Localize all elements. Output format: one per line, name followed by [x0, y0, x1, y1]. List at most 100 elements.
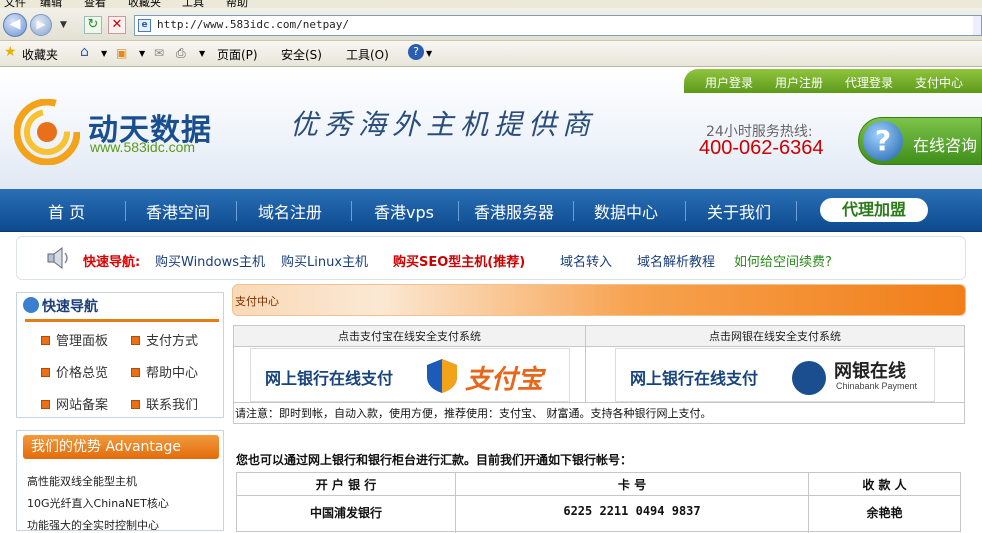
feeds-icon[interactable]: ▣ — [116, 46, 127, 60]
page-menu[interactable]: 页面(P) — [217, 46, 258, 63]
main-nav: 首 页 香港空间 域名注册 香港vps 香港服务器 数据中心 关于我们 代理加盟 — [0, 189, 982, 232]
alipay-pay-button[interactable]: 网上银行在线支付 支付宝 — [250, 348, 570, 402]
command-bar: ★ 收藏夹 ⌂ ▼ ▣ ▼ ✉ ⎙ ▼ 页面(P) 安全(S) 工具(O) ? … — [0, 41, 982, 67]
address-toolbar: ◀ ▶ ▼ ↻ ✕ e http://www.583idc.com/netpay… — [0, 8, 982, 41]
speaker-icon — [47, 247, 68, 269]
sidebar-item-contact[interactable]: 联系我们 — [131, 394, 198, 413]
alipay-shield-icon — [427, 359, 457, 393]
sidebar-item-label: 支付方式 — [146, 334, 199, 349]
advantage-item: 10G光纤直入ChinaNET核心 — [27, 497, 169, 510]
user-login-link[interactable]: 用户登录 — [705, 74, 753, 91]
nav-hk-server[interactable]: 香港服务器 — [474, 199, 554, 223]
transfer-note: 您也可以通过网上银行和银行柜台进行汇款。目前我们开通如下银行帐号： — [236, 453, 633, 467]
print-icon[interactable]: ⎙ — [176, 46, 186, 61]
help-dropdown-icon[interactable]: ▼ — [426, 49, 432, 58]
home-dropdown-icon[interactable]: ▼ — [101, 49, 107, 58]
print-dropdown-icon[interactable]: ▼ — [199, 49, 205, 58]
sidebar-item-label: 联系我们 — [146, 398, 199, 413]
favorites-star-icon[interactable]: ★ — [4, 44, 17, 60]
buy-windows-link[interactable]: 购买Windows主机 — [155, 251, 265, 270]
title-underline — [25, 319, 219, 322]
alipay-header: 点击支付宝在线安全支付系统 — [234, 326, 585, 347]
favorites-button[interactable]: 收藏夹 — [22, 46, 58, 63]
nav-data-center[interactable]: 数据中心 — [594, 199, 658, 223]
sidebar-item-label: 管理面板 — [56, 334, 109, 349]
bullet-icon — [41, 400, 50, 409]
nav-separator — [685, 201, 686, 221]
refresh-icon[interactable]: ↻ — [84, 16, 102, 34]
menu-view[interactable]: 查看 — [84, 0, 106, 8]
sidebar-item-label: 帮助中心 — [146, 366, 199, 381]
menu-file[interactable]: 文件 — [4, 0, 26, 8]
logo-url: www.583idc.com — [90, 139, 196, 155]
sidebar-item-label: 价格总览 — [56, 366, 109, 381]
bank-account-table: 开 户 银 行 卡 号 收 款 人 中国浦发银行 6225 2211 0494 … — [236, 472, 961, 533]
online-consult-button[interactable]: ? 在线咨询 — [858, 117, 982, 165]
menu-tools[interactable]: 工具 — [182, 0, 204, 8]
back-button[interactable]: ◀ — [3, 13, 27, 37]
slogan: 优秀海外主机提供商 — [290, 108, 597, 141]
payment-center-title: 支付中心 — [235, 295, 279, 308]
bullet-icon — [41, 368, 50, 377]
agent-login-link[interactable]: 代理登录 — [845, 74, 893, 91]
home-icon[interactable]: ⌂ — [80, 44, 89, 60]
feeds-dropdown-icon[interactable]: ▼ — [139, 49, 145, 58]
nav-home[interactable]: 首 页 — [48, 199, 85, 223]
help-icon[interactable]: ? — [408, 44, 424, 60]
history-dropdown-icon[interactable]: ▼ — [60, 20, 67, 30]
renew-hosting-link[interactable]: 如何给空间续费? — [734, 251, 832, 270]
nav-domain-register[interactable]: 域名注册 — [258, 199, 322, 223]
nav-hk-hosting[interactable]: 香港空间 — [146, 199, 210, 223]
logo-swirl-icon — [14, 99, 80, 165]
safety-menu[interactable]: 安全(S) — [281, 46, 322, 63]
address-url: http://www.583idc.com/netpay/ — [157, 18, 350, 31]
card-number-cell: 6225 2211 0494 9837 — [563, 504, 701, 518]
dns-tutorial-link[interactable]: 域名解析教程 — [637, 251, 715, 270]
chinabank-pay-button[interactable]: 网上银行在线支付 网银在线 Chinabank Payment — [615, 348, 935, 402]
sidebar-item-prices[interactable]: 价格总览 — [41, 362, 108, 381]
buy-linux-link[interactable]: 购买Linux主机 — [281, 251, 368, 270]
buy-seo-link[interactable]: 购买SEO型主机(推荐) — [393, 251, 525, 270]
bullet-icon — [131, 400, 140, 409]
nav-hk-vps[interactable]: 香港vps — [374, 199, 434, 223]
domain-transfer-link[interactable]: 域名转入 — [560, 251, 612, 270]
chinabank-online-bank-label: 网上银行在线支付 — [630, 369, 759, 388]
quick-nav-bar: 快速导航: 购买Windows主机 购买Linux主机 购买SEO型主机(推荐)… — [16, 236, 966, 280]
sidebar-item-label: 网站备案 — [56, 398, 109, 413]
payment-center-link[interactable]: 支付中心 — [915, 74, 963, 91]
user-register-link[interactable]: 用户注册 — [775, 74, 823, 91]
bank-name-cell: 中国浦发银行 — [309, 506, 382, 520]
mail-icon[interactable]: ✉ — [154, 46, 164, 60]
address-input[interactable]: e http://www.583idc.com/netpay/ — [134, 15, 982, 36]
chinabank-logo-icon — [792, 361, 826, 395]
nav-separator — [458, 201, 459, 221]
quick-nav-box: 快速导航 管理面板 支付方式 价格总览 帮助中心 网站备案 联系我们 — [16, 292, 224, 418]
sidebar-item-icp[interactable]: 网站备案 — [41, 394, 108, 413]
tools-menu[interactable]: 工具(O) — [346, 46, 389, 63]
chinabank-header: 点击网银在线安全支付系统 — [586, 326, 964, 347]
payment-note: 请注意：即时到帐，自动入款，使用方便，推荐使用：支付宝、 财富通。支持各种银行网… — [234, 402, 964, 424]
sidebar-item-help[interactable]: 帮助中心 — [131, 362, 198, 381]
stop-icon[interactable]: ✕ — [108, 16, 126, 34]
agent-join-button[interactable]: 代理加盟 — [820, 198, 928, 222]
quick-nav-lead: 快速导航: — [83, 255, 141, 270]
menu-help[interactable]: 帮助 — [226, 0, 248, 8]
consult-label: 在线咨询 — [913, 136, 978, 155]
top-link-bar: 用户登录 用户注册 代理登录 支付中心 — [684, 69, 982, 93]
bullet-icon — [131, 368, 140, 377]
forward-button[interactable]: ▶ — [30, 14, 52, 36]
address-dropdown-icon[interactable] — [973, 16, 981, 35]
menu-edit[interactable]: 编辑 — [40, 0, 62, 8]
sidebar-item-control-panel[interactable]: 管理面板 — [41, 330, 108, 349]
alipay-online-bank-label: 网上银行在线支付 — [265, 369, 394, 388]
hotline-number: 400-062-6364 — [699, 137, 824, 159]
nav-about-us[interactable]: 关于我们 — [707, 199, 771, 223]
menu-favorites[interactable]: 收藏夹 — [128, 0, 161, 8]
bullet-icon — [41, 336, 50, 345]
nav-separator — [125, 201, 126, 221]
page-icon: e — [138, 19, 151, 32]
nav-separator — [236, 201, 237, 221]
sidebar-item-payment[interactable]: 支付方式 — [131, 330, 198, 349]
payment-options-table: 点击支付宝在线安全支付系统 点击网银在线安全支付系统 网上银行在线支付 支付宝 … — [233, 325, 965, 424]
bank-header-bank: 开 户 银 行 — [315, 478, 377, 492]
